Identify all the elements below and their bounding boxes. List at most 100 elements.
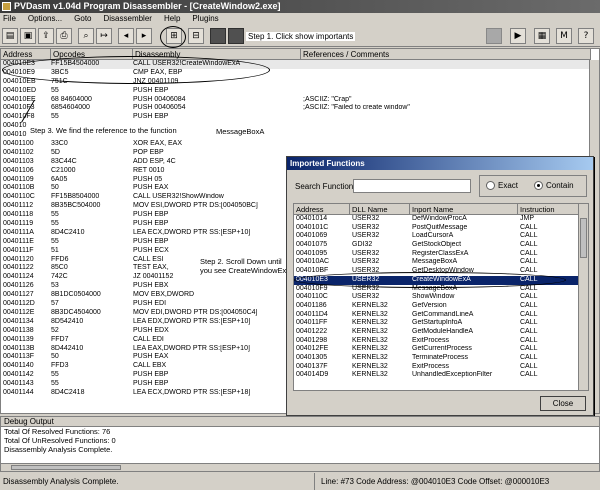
imports-col-instruction[interactable]: Instruction (518, 204, 580, 215)
row-opcode: 68 84604000 (51, 95, 92, 103)
search-function-input[interactable] (353, 179, 471, 193)
contain-label: Contain (546, 181, 574, 190)
createwindow-highlight-ellipse (2, 56, 270, 84)
import-instruction: CALL (520, 362, 538, 370)
import-name: GetStockObject (412, 241, 462, 249)
import-row[interactable]: 00401069 USER32 LoadCursorA CALL (294, 232, 580, 241)
import-row[interactable]: 0040101C USER32 PostQuitMessage CALL (294, 224, 580, 233)
import-name: RegisterClassExA (412, 249, 469, 257)
search-icon[interactable]: ⌕ (78, 28, 94, 44)
grey-1-icon[interactable] (486, 28, 502, 44)
imports-col-dll[interactable]: DLL Name (350, 204, 410, 215)
imports-col-address[interactable]: Address (294, 204, 350, 215)
disassembly-row[interactable]: 004010EE 68 84604000 PUSH 00406084 ;ASCIIZ:… (1, 95, 599, 105)
contain-radio-dot[interactable] (534, 181, 543, 190)
menu-goto[interactable]: Goto (74, 13, 91, 25)
debug-horizontal-scrollbar[interactable] (1, 463, 599, 471)
row-address: 00401120 (3, 255, 34, 263)
close-button[interactable]: Close (540, 396, 586, 411)
row-instruction: PUSH EDI (133, 300, 167, 308)
import-row[interactable]: 00401222 KERNEL32 GetModuleHandleA CALL (294, 328, 580, 337)
imports-table[interactable]: Address DLL Name Inport Name Instruction… (293, 203, 589, 391)
app-icon (2, 2, 11, 11)
imports-scrollbar[interactable] (578, 204, 588, 390)
import-row[interactable]: 004012FE KERNEL32 GetCurrentProcess CALL (294, 345, 580, 354)
row-instruction: PUSH EBP (133, 237, 169, 245)
row-address: 00401126 (3, 282, 34, 290)
import-row[interactable]: 004010AC USER32 MessageBoxA CALL (294, 258, 580, 267)
import-row[interactable]: 004011D4 KERNEL32 GetCommandLineA CALL (294, 311, 580, 320)
import-name: PostQuitMessage (412, 223, 468, 231)
dark-1-icon[interactable] (210, 28, 226, 44)
row-address: 00401134 (3, 317, 34, 325)
row-address: 0040111E (3, 237, 34, 245)
menu-help[interactable]: Help (164, 13, 180, 25)
row-address: 00401118 (3, 211, 34, 219)
import-row[interactable]: 004014D9 KERNEL32 UnhandledExceptionFilter… (294, 371, 580, 380)
font-icon[interactable]: M (556, 28, 572, 44)
import-row[interactable]: 00401095 USER32 RegisterClassExA CALL (294, 250, 580, 259)
import-dll: KERNEL32 (352, 371, 388, 379)
step2-annotation-line2: you see CreateWindowExA (200, 266, 292, 275)
col-address[interactable]: Address (1, 49, 51, 60)
open-icon[interactable]: ▤ (2, 28, 18, 44)
row-instruction: PUSH EDX (133, 326, 169, 334)
import-row[interactable]: 00401305 KERNEL32 TerminateProcess CALL (294, 354, 580, 363)
exports-icon[interactable]: ⊟ (188, 28, 204, 44)
row-instruction: PUSH EBX (133, 282, 169, 290)
row-instruction: CALL EBX (133, 362, 167, 370)
step3-function-label: MessageBoxA (216, 127, 265, 136)
row-address: 00401109 (3, 175, 34, 183)
row-address: 00401119 (3, 220, 34, 228)
row-opcode: 55 (51, 371, 59, 379)
col-references[interactable]: References / Comments (301, 49, 591, 60)
import-name: ExitProcess (412, 362, 449, 370)
imports-scroll-thumb[interactable] (580, 218, 587, 258)
row-instruction: ADD ESP, 4C (133, 157, 176, 165)
menu-file[interactable]: File (3, 13, 16, 25)
row-opcode: FF15B8504000 (51, 193, 100, 201)
exact-radio[interactable]: Exact (486, 181, 518, 190)
import-row[interactable]: 004011FF KERNEL32 GetStartupInfoA CALL (294, 319, 580, 328)
menu-options[interactable]: Options... (28, 13, 62, 25)
help-icon[interactable]: ? (578, 28, 594, 44)
import-dll: USER32 (352, 232, 380, 240)
row-address: 0040110B (3, 184, 35, 192)
debug-scroll-thumb[interactable] (11, 465, 121, 470)
import-row[interactable]: 0040110C USER32 ShowWindow CALL (294, 293, 580, 302)
disassembly-row[interactable]: 004010F8 55 PUSH EBP (1, 113, 599, 122)
exact-radio-dot[interactable] (486, 181, 495, 190)
save-icon[interactable]: ▣ (20, 28, 36, 44)
import-row[interactable]: 00401298 KERNEL32 ExitProcess CALL (294, 337, 580, 346)
row-address: 00401143 (3, 380, 34, 388)
row-address: 00401106 (3, 166, 34, 174)
dark-2-icon[interactable] (228, 28, 244, 44)
menu-plugins[interactable]: Plugins (192, 13, 218, 25)
import-row[interactable]: 00401014 USER32 DefWindowProcA JMP (294, 215, 580, 224)
import-row[interactable]: 0040137F KERNEL32 ExitProcess CALL (294, 363, 580, 372)
import-name: TerminateProcess (412, 354, 469, 361)
print-icon[interactable]: ⎙ (56, 28, 72, 44)
row-address: 0040111A (3, 228, 34, 236)
back-icon[interactable]: ◂ (118, 28, 134, 44)
row-opcode: 55 (51, 380, 59, 388)
contain-radio[interactable]: Contain (534, 181, 574, 190)
imports-col-name[interactable]: Inport Name (410, 204, 518, 215)
export-icon[interactable]: ⇪ (38, 28, 54, 44)
dialog-title: Imported Functions (287, 157, 593, 170)
import-row[interactable]: 00401186 KERNEL32 GetVersion CALL (294, 302, 580, 311)
forward-icon[interactable]: ▸ (136, 28, 152, 44)
debug-icon[interactable]: ▦ (534, 28, 550, 44)
window-title: PVDasm v1.04d Program Disassembler - [Cr… (14, 1, 281, 11)
disassembly-row[interactable]: 00401100 33C0 XOR EAX, EAX (1, 140, 599, 149)
disassembly-row[interactable]: 004010ED 55 PUSH EBP (1, 87, 599, 96)
run-icon[interactable]: ▶ (510, 28, 526, 44)
menu-disassembler[interactable]: Disassembler (103, 13, 151, 25)
row-instruction: PUSH EAX (133, 353, 169, 361)
import-address: 004011FF (296, 319, 328, 327)
disassembly-row[interactable]: 004010F3 6854604000 PUSH 00406054 ;ASCIIZ: … (1, 104, 599, 113)
import-row[interactable]: 00401075 GDI32 GetStockObject CALL (294, 241, 580, 250)
row-address: 0040113F (3, 353, 35, 361)
import-address: 004014D9 (296, 371, 329, 379)
goto-icon[interactable]: ↦ (96, 28, 112, 44)
